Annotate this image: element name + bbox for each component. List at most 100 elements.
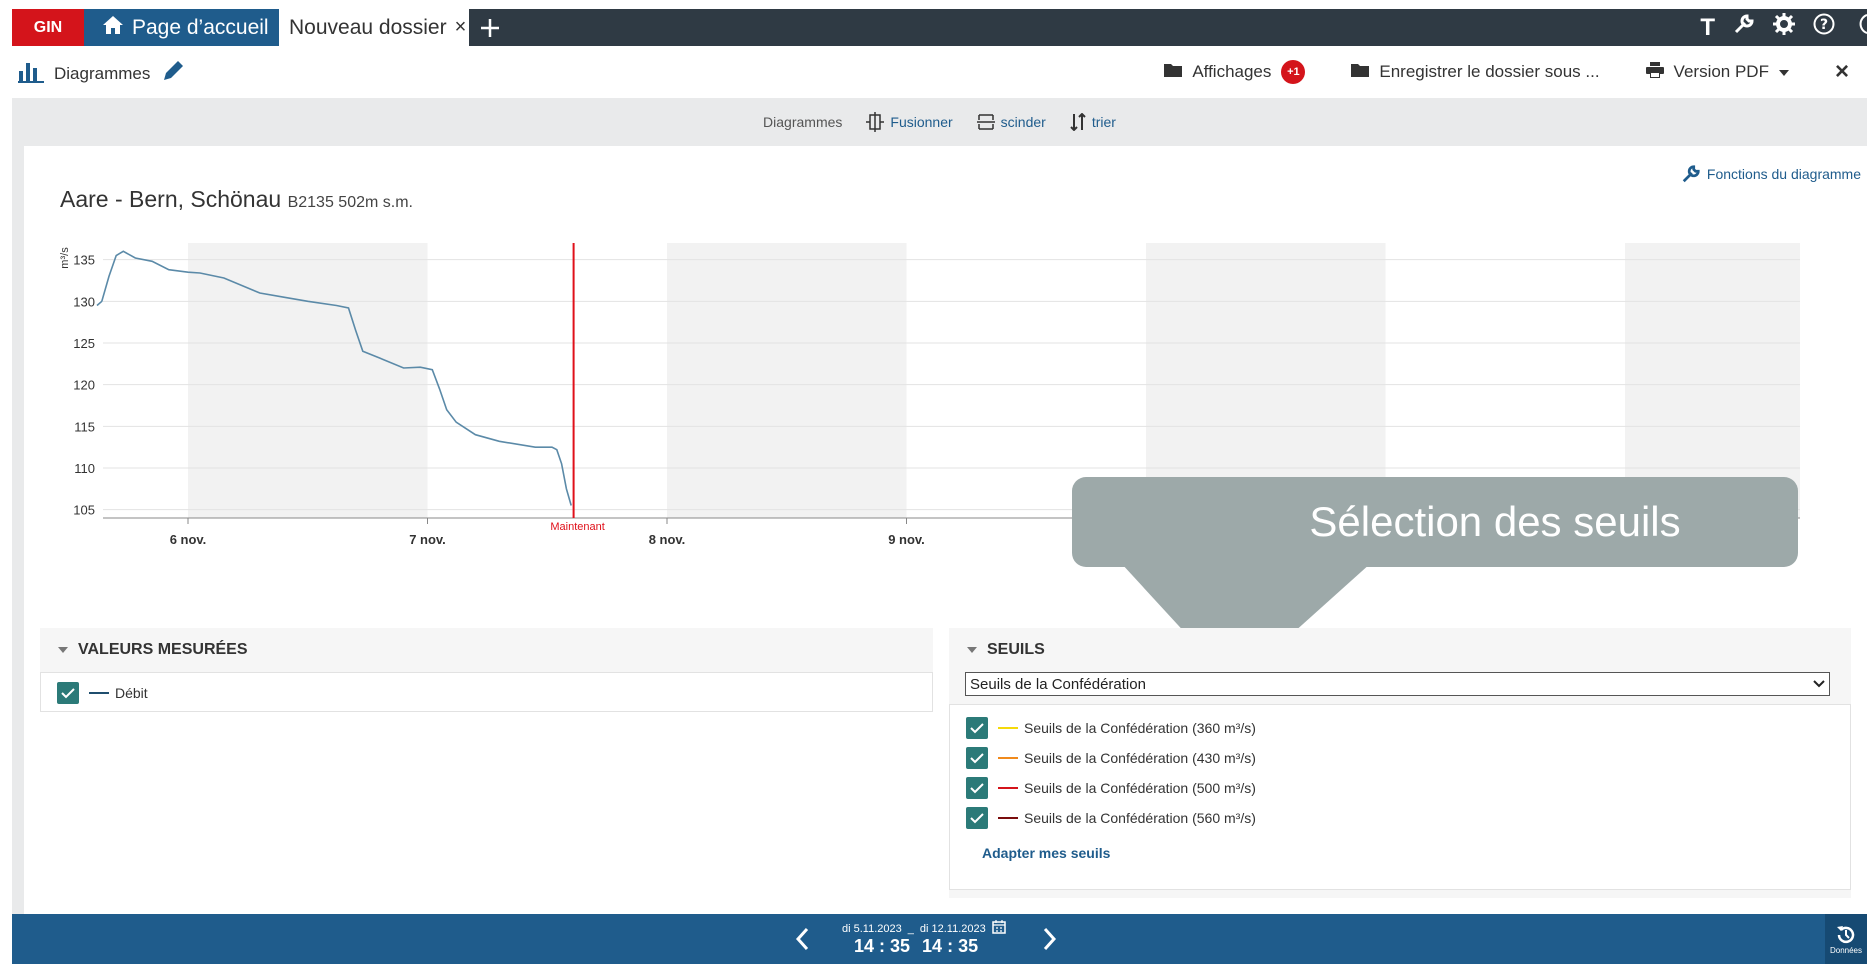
chevron-left-icon	[795, 927, 809, 951]
end-time[interactable]: 14 : 35	[922, 936, 978, 957]
threshold-swatch	[998, 817, 1018, 819]
close-toolbar-icon[interactable]: ×	[1835, 58, 1849, 86]
now-marker-label: Maintenant	[550, 521, 604, 533]
svg-text:?: ?	[1820, 17, 1828, 33]
chevron-down-icon	[1813, 680, 1825, 688]
checkbox-checked[interactable]	[966, 747, 988, 769]
wrench-icon[interactable]	[1733, 13, 1755, 42]
content-area: Diagrammes Fusionner scinder trier Aare …	[12, 98, 1867, 915]
tutorial-callout: Sélection des seuils	[1072, 477, 1798, 567]
y-tick-label: 120	[73, 378, 95, 393]
measured-values-section: VALEURS MESURÉES Débit	[40, 628, 933, 712]
diagram-panel: Aare - Bern, Schönau B2135 502m s.m. Fon…	[24, 146, 1867, 915]
bar-chart-icon	[18, 59, 44, 88]
diagram-subbar: Diagrammes Fusionner scinder trier	[12, 98, 1867, 146]
check-icon	[970, 813, 984, 824]
edit-pencil-icon[interactable]	[160, 58, 186, 89]
merge-icon	[866, 112, 885, 132]
checkbox-checked[interactable]	[966, 777, 988, 799]
split-link[interactable]: scinder	[976, 112, 1046, 132]
y-tick-label: 110	[74, 461, 95, 476]
check-icon	[61, 688, 75, 699]
views-button[interactable]: Affichages +1	[1164, 60, 1306, 84]
save-dossier-button[interactable]: Enregistrer le dossier sous ...	[1351, 62, 1600, 83]
end-date[interactable]: di 12.11.2023	[920, 923, 986, 935]
y-tick-label: 105	[73, 503, 95, 518]
start-time[interactable]: 14 : 35	[854, 936, 910, 957]
gin-logo[interactable]: GIN	[12, 9, 84, 46]
merge-label: Fusionner	[890, 114, 953, 130]
views-label: Affichages	[1192, 62, 1272, 81]
next-period-button[interactable]	[1030, 914, 1070, 964]
threshold-label: Seuils de la Confédération (560 m³/s)	[1024, 810, 1256, 826]
thresholds-header[interactable]: SEUILS	[949, 628, 1851, 672]
measured-item[interactable]: Débit	[57, 678, 916, 708]
time-range-bar: di 5.11.2023 _ di 12.11.2023 14 : 35 14 …	[12, 914, 1867, 964]
gear-icon[interactable]	[1773, 13, 1795, 42]
checkbox-checked[interactable]	[57, 682, 79, 704]
measured-values-title: VALEURS MESURÉES	[78, 641, 248, 658]
prev-period-button[interactable]	[782, 914, 822, 964]
history-button[interactable]: Données	[1825, 914, 1867, 964]
thresholds-section: SEUILS Seuils de la Confédération Seuils…	[949, 628, 1851, 898]
caret-down-icon	[1778, 62, 1789, 82]
sort-link[interactable]: trier	[1070, 113, 1116, 131]
y-tick-label: 125	[73, 336, 95, 351]
threshold-label: Seuils de la Confédération (500 m³/s)	[1024, 780, 1256, 796]
y-axis-label: m³/s	[59, 247, 71, 269]
y-tick-label: 115	[74, 419, 95, 434]
pdf-button[interactable]: Version PDF	[1645, 61, 1789, 83]
adapt-thresholds-link[interactable]: Adapter mes seuils	[982, 845, 1834, 861]
collapse-triangle-icon	[58, 647, 68, 653]
threshold-swatch	[998, 787, 1018, 789]
tab-nouveau-dossier[interactable]: Nouveau dossier ×	[279, 9, 469, 46]
collapse-triangle-icon	[967, 647, 977, 653]
save-label: Enregistrer le dossier sous ...	[1379, 62, 1600, 81]
toolbar-actions: Affichages +1 Enregistrer le dossier sou…	[1164, 58, 1867, 86]
subbar-label: Diagrammes	[763, 114, 843, 130]
series-swatch	[89, 692, 109, 694]
measured-values-header[interactable]: VALEURS MESURÉES	[40, 628, 933, 672]
split-icon	[976, 114, 995, 130]
callout-text: Sélection des seuils	[1309, 498, 1681, 545]
date-range[interactable]: di 5.11.2023 _ di 12.11.2023	[842, 920, 1006, 937]
folder-icon	[1351, 62, 1370, 83]
calendar-icon[interactable]	[991, 920, 1006, 937]
add-tab-button[interactable]	[470, 9, 510, 46]
thresholds-list: Seuils de la Confédération (360 m³/s) Se…	[949, 704, 1851, 890]
threshold-label: Seuils de la Confédération (430 m³/s)	[1024, 750, 1256, 766]
measured-item-label: Débit	[115, 685, 148, 701]
measured-values-list: Débit	[40, 672, 933, 712]
x-tick-label: 9 nov.	[888, 532, 925, 547]
y-tick-label: 135	[73, 253, 95, 268]
threshold-item-360[interactable]: Seuils de la Confédération (360 m³/s)	[966, 713, 1834, 743]
threshold-item-430[interactable]: Seuils de la Confédération (430 m³/s)	[966, 743, 1834, 773]
sort-label: trier	[1091, 114, 1116, 130]
history-icon	[1837, 925, 1855, 943]
threshold-item-560[interactable]: Seuils de la Confédération (560 m³/s)	[966, 803, 1834, 833]
checkbox-checked[interactable]	[966, 807, 988, 829]
tab-dossier-label: Nouveau dossier	[289, 15, 447, 39]
check-icon	[970, 723, 984, 734]
threshold-swatch	[998, 727, 1018, 729]
sort-icon	[1070, 113, 1086, 131]
plus-icon	[481, 18, 499, 37]
top-tab-bar: GIN Page d’accueil Nouveau dossier × T ?	[12, 9, 1867, 46]
chevron-right-icon	[1043, 927, 1057, 951]
help-icon[interactable]: ?	[1813, 13, 1835, 42]
y-tick-label: 130	[73, 294, 95, 309]
tab-close-icon[interactable]: ×	[455, 16, 467, 39]
checkbox-checked[interactable]	[966, 717, 988, 739]
tab-home[interactable]: Page d’accueil	[84, 9, 279, 46]
start-date[interactable]: di 5.11.2023	[842, 923, 902, 935]
merge-link[interactable]: Fusionner	[866, 112, 953, 132]
time-range[interactable]: 14 : 35 14 : 35	[854, 936, 978, 957]
split-label: scinder	[1000, 114, 1046, 130]
thresholds-select[interactable]: Seuils de la Confédération	[965, 672, 1830, 696]
views-badge: +1	[1281, 60, 1306, 84]
text-tool-icon[interactable]: T	[1700, 14, 1715, 42]
threshold-item-500[interactable]: Seuils de la Confédération (500 m³/s)	[966, 773, 1834, 803]
logout-icon[interactable]	[1853, 13, 1867, 42]
check-icon	[970, 753, 984, 764]
folder-icon	[1164, 62, 1183, 83]
